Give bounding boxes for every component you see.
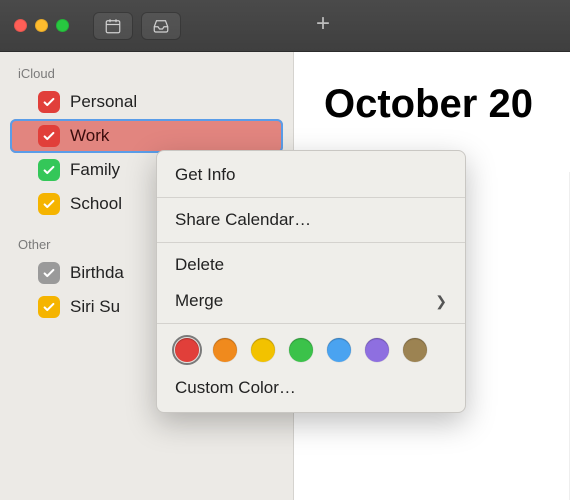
- calendar-checkbox[interactable]: [38, 296, 60, 318]
- calendar-checkbox[interactable]: [38, 91, 60, 113]
- color-swatch[interactable]: [403, 338, 427, 362]
- menu-separator: [157, 323, 465, 324]
- menu-separator: [157, 197, 465, 198]
- menu-separator: [157, 242, 465, 243]
- menu-item-label: Share Calendar…: [175, 210, 311, 230]
- menu-item-merge[interactable]: Merge ❯: [157, 283, 465, 319]
- calendar-label: Birthda: [70, 263, 124, 283]
- calendar-checkbox[interactable]: [38, 193, 60, 215]
- color-swatch[interactable]: [365, 338, 389, 362]
- calendar-label: Work: [70, 126, 109, 146]
- month-title: October 20: [324, 82, 570, 127]
- zoom-window-button[interactable]: [56, 19, 69, 32]
- menu-item-get-info[interactable]: Get Info: [157, 157, 465, 193]
- menu-item-custom-color[interactable]: Custom Color…: [157, 370, 465, 406]
- calendar-checkbox[interactable]: [38, 262, 60, 284]
- color-swatch[interactable]: [251, 338, 275, 362]
- window-titlebar: [0, 0, 570, 52]
- color-swatch[interactable]: [289, 338, 313, 362]
- color-swatch[interactable]: [175, 338, 199, 362]
- calendar-checkbox[interactable]: [38, 125, 60, 147]
- calendar-item-personal[interactable]: Personal: [10, 85, 283, 119]
- add-event-button[interactable]: +: [316, 10, 330, 38]
- menu-item-label: Custom Color…: [175, 378, 296, 398]
- calendar-label: Siri Su: [70, 297, 120, 317]
- color-swatch-row: [157, 328, 465, 370]
- menu-item-delete[interactable]: Delete: [157, 247, 465, 283]
- close-window-button[interactable]: [14, 19, 27, 32]
- minimize-window-button[interactable]: [35, 19, 48, 32]
- chevron-right-icon: ❯: [435, 293, 447, 310]
- window-controls: [14, 19, 69, 32]
- inbox-icon: [152, 17, 170, 35]
- sidebar-group-header: iCloud: [10, 60, 283, 85]
- color-swatch[interactable]: [327, 338, 351, 362]
- calendar-checkbox[interactable]: [38, 159, 60, 181]
- menu-item-label: Delete: [175, 255, 224, 275]
- calendars-toggle-button[interactable]: [93, 12, 133, 40]
- calendar-icon: [104, 17, 122, 35]
- menu-item-label: Merge: [175, 291, 223, 311]
- menu-item-label: Get Info: [175, 165, 235, 185]
- menu-item-share-calendar[interactable]: Share Calendar…: [157, 202, 465, 238]
- calendar-item-work[interactable]: Work: [10, 119, 283, 153]
- calendar-context-menu: Get Info Share Calendar… Delete Merge ❯ …: [156, 150, 466, 413]
- calendar-label: Family: [70, 160, 120, 180]
- calendar-label: Personal: [70, 92, 137, 112]
- invitations-inbox-button[interactable]: [141, 12, 181, 40]
- calendar-label: School: [70, 194, 122, 214]
- color-swatch[interactable]: [213, 338, 237, 362]
